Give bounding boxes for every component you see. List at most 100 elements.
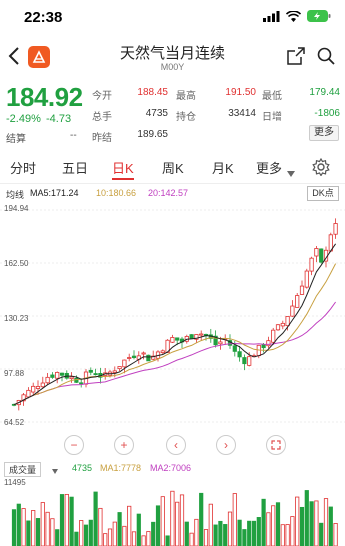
volume-value: 4735 xyxy=(145,108,168,119)
volume-bar xyxy=(136,513,141,546)
candle-body xyxy=(299,285,305,295)
volume-current: 4735 xyxy=(72,463,93,473)
share-button[interactable] xyxy=(287,47,305,70)
gear-icon xyxy=(312,157,330,177)
volume-bar xyxy=(319,522,324,546)
dk-point-button[interactable]: DK点 xyxy=(307,186,339,201)
tab-five-day[interactable]: 五日 xyxy=(62,158,88,177)
volume-bar xyxy=(266,512,271,546)
candle-body xyxy=(141,352,146,355)
candle xyxy=(136,351,141,364)
volume-bar xyxy=(232,493,237,546)
ma20-value: 20:142.57 xyxy=(148,188,189,198)
candle-body xyxy=(175,337,180,341)
volume-bar xyxy=(88,519,93,546)
candle-body xyxy=(295,295,300,308)
period-tabs: 分时 五日 日K 周K 月K 更多 xyxy=(0,150,345,184)
volume-bar xyxy=(127,505,132,546)
candle-body xyxy=(314,248,319,257)
zoom-out-button[interactable]: − xyxy=(64,435,84,455)
tab-more-arrow[interactable] xyxy=(287,164,295,182)
volume-bar xyxy=(59,494,65,546)
candlestick-chart[interactable]: 194.94 162.50 130.23 97.88 64.52 xyxy=(0,202,345,430)
candle-body xyxy=(88,369,93,373)
volume-bar xyxy=(26,520,31,546)
tab-intraday[interactable]: 分时 xyxy=(10,158,36,177)
kline-svg xyxy=(0,209,345,423)
volume-bar xyxy=(295,496,300,546)
volume-bar xyxy=(146,531,151,546)
candle-body xyxy=(79,382,84,385)
indicator-selector[interactable]: 成交量 xyxy=(4,462,42,477)
open-interest-value: 33414 xyxy=(228,108,256,119)
pan-left-button[interactable]: ‹ xyxy=(166,435,186,455)
volume-bar xyxy=(194,518,199,546)
candle-body xyxy=(146,354,151,362)
candle-body xyxy=(69,376,74,380)
volume-bar xyxy=(208,503,213,546)
zoom-in-button[interactable]: + xyxy=(114,435,134,455)
candle-body xyxy=(122,359,127,368)
volume-bar xyxy=(170,490,175,546)
status-icons xyxy=(263,10,331,22)
volume-bar xyxy=(79,520,84,546)
volume-bar xyxy=(160,496,165,546)
ma10-value: 10:180.66 xyxy=(96,188,137,198)
more-quote-button[interactable]: 更多 xyxy=(309,125,339,141)
candle-body xyxy=(50,374,55,378)
candle-body xyxy=(74,377,79,383)
volume-bar xyxy=(16,503,21,546)
candle-body xyxy=(170,337,175,343)
candle-body xyxy=(290,305,295,317)
volume-chart: 11495 xyxy=(0,476,345,546)
search-icon xyxy=(317,47,335,65)
volume-ma2: MA2:7006 xyxy=(150,463,192,473)
candle-body xyxy=(218,341,223,345)
candle xyxy=(170,334,175,343)
volume-bar xyxy=(242,529,247,546)
candle xyxy=(299,280,305,295)
chart-settings-button[interactable] xyxy=(312,157,330,181)
volume-bar xyxy=(213,524,218,546)
candle xyxy=(189,334,194,339)
open-value: 188.45 xyxy=(137,87,168,98)
candle-body xyxy=(247,356,252,366)
signal-bars-icon xyxy=(263,10,280,22)
pan-right-button[interactable]: › xyxy=(216,435,236,455)
fullscreen-button[interactable] xyxy=(266,435,286,455)
volume-bar xyxy=(21,508,26,546)
candle xyxy=(117,366,122,371)
candle-body xyxy=(112,370,117,373)
change-amount: -4.73 xyxy=(46,113,72,125)
volume-bar xyxy=(304,490,309,546)
indicator-caret[interactable] xyxy=(52,466,58,476)
candle-body xyxy=(59,372,65,376)
candle xyxy=(266,336,271,349)
volume-bar xyxy=(285,524,290,546)
volume-bar xyxy=(83,524,89,546)
tab-more[interactable]: 更多 xyxy=(256,158,282,177)
ma-label: 均线 xyxy=(6,190,25,200)
volume-bar xyxy=(199,492,204,546)
candle xyxy=(280,320,285,330)
candle-body xyxy=(31,385,36,393)
candle xyxy=(146,354,151,362)
candle-body xyxy=(45,376,50,384)
candle-body xyxy=(275,324,281,331)
tab-weekly-k[interactable]: 周K xyxy=(162,158,184,177)
candle xyxy=(40,376,45,388)
volume-bar xyxy=(31,510,36,546)
candle-body xyxy=(242,357,247,365)
candle-body xyxy=(237,351,242,358)
active-tab-indicator xyxy=(112,178,134,180)
tab-daily-k[interactable]: 日K xyxy=(112,158,134,177)
y-tick-2: 162.50 xyxy=(4,259,29,268)
tab-monthly-k[interactable]: 月K xyxy=(212,158,234,177)
volume-bar xyxy=(69,496,74,546)
search-button[interactable] xyxy=(317,47,335,70)
candle-body xyxy=(280,322,285,327)
high-value: 191.50 xyxy=(225,87,256,98)
settle-label: 结算 xyxy=(6,134,26,145)
volume-bar xyxy=(261,498,266,546)
caret-down-icon xyxy=(52,469,58,474)
